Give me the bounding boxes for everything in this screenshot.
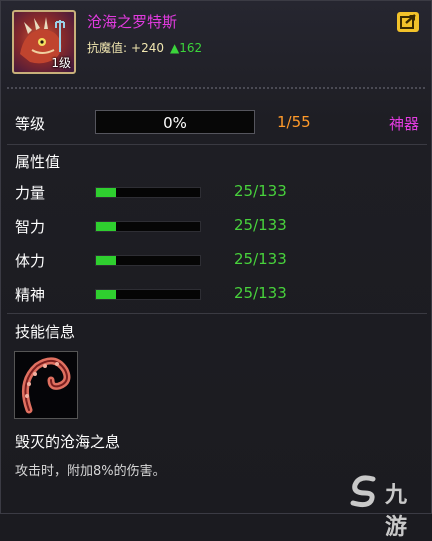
attr-fill <box>96 290 116 299</box>
attr-fill <box>96 188 116 197</box>
attr-label-spirit: 精神 <box>15 286 46 304</box>
level-progress-text: 0% <box>163 114 187 132</box>
attr-bar-strength <box>95 187 201 198</box>
level-progress-bar: 0% <box>95 110 255 134</box>
level-count: 1/55 <box>277 113 311 131</box>
attributes-divider <box>7 313 427 314</box>
level-label: 等级 <box>15 115 46 133</box>
attr-value-strength: 25/133 <box>234 182 287 200</box>
share-arrow-icon <box>400 14 416 29</box>
skill-icon-slot[interactable] <box>14 351 78 419</box>
skill-name: 毁灭的沧海之息 <box>15 433 121 451</box>
attr-label-intellect: 智力 <box>15 218 46 236</box>
attr-label-strength: 力量 <box>15 184 46 202</box>
resist-base-value: +240 <box>131 41 165 55</box>
header-divider <box>7 87 427 89</box>
resist-bonus-value: ▲162 <box>170 41 203 55</box>
item-portrait[interactable]: 1级 <box>12 10 76 74</box>
watermark-logo: 九游 <box>345 473 429 540</box>
skill-description: 攻击时，附加8%的伤害。 <box>15 464 166 479</box>
attributes-title: 属性值 <box>15 153 61 171</box>
level-divider <box>7 144 427 145</box>
attr-label-stamina: 体力 <box>15 252 46 270</box>
tentacle-icon <box>21 357 71 414</box>
attr-value-intellect: 25/133 <box>234 216 287 234</box>
attr-bar-intellect <box>95 221 201 232</box>
item-level-badge: 1级 <box>51 56 71 70</box>
attr-value-stamina: 25/133 <box>234 250 287 268</box>
item-tooltip-panel: 1级 沧海之罗特斯 抗魔值: +240 ▲162 等级 0% 1/55 神器 属性值… <box>0 0 432 540</box>
watermark-s-icon <box>350 475 376 508</box>
skill-title: 技能信息 <box>15 323 76 341</box>
attr-fill <box>96 222 116 231</box>
resist-label: 抗魔值: <box>87 41 128 55</box>
attr-bar-spirit <box>95 289 201 300</box>
item-tier: 神器 <box>389 115 420 133</box>
attr-bar-stamina <box>95 255 201 266</box>
attr-value-spirit: 25/133 <box>234 284 287 302</box>
share-button[interactable] <box>397 12 419 32</box>
watermark-text: 九游 <box>385 483 409 540</box>
attr-fill <box>96 256 116 265</box>
item-name: 沧海之罗特斯 <box>87 13 178 31</box>
resist-stat-line: 抗魔值: +240 ▲162 <box>87 39 202 56</box>
